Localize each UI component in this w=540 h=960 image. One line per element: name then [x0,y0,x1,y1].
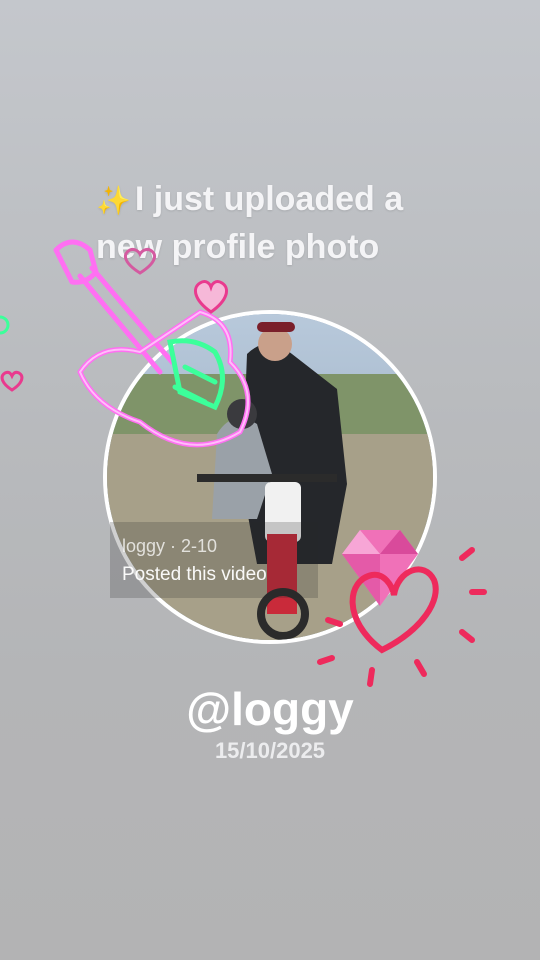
video-tag[interactable]: loggy · 2-10 Posted this video [110,522,318,598]
sparkle-icon: ✨ [96,185,131,216]
heart-icon [0,370,24,392]
doodle-heart-icon [317,547,487,687]
username[interactable]: @loggy [0,682,540,736]
video-tag-caption: Posted this video [122,564,267,585]
heart-icon [123,248,157,275]
neon-dot-icon [0,315,10,335]
video-tag-meta: loggy · 2-10 [122,536,218,556]
heart-icon [193,280,229,314]
post-date: 15/10/2025 [214,738,326,763]
